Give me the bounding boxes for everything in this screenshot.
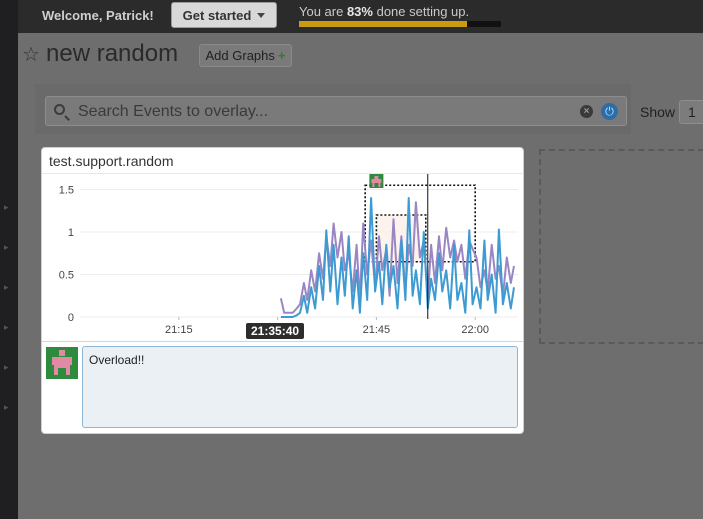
dashboard-title: new random bbox=[46, 40, 179, 67]
chevron-right-icon[interactable]: ▸ bbox=[4, 323, 9, 333]
chevron-right-icon[interactable]: ▸ bbox=[4, 363, 9, 373]
power-icon[interactable]: ⏻ bbox=[601, 103, 618, 120]
graph-panel: test.support.random 00.511.521:1521:3021… bbox=[41, 147, 524, 434]
chevron-right-icon[interactable]: ▸ bbox=[4, 283, 9, 293]
event-text[interactable]: Overload!! bbox=[82, 346, 518, 428]
get-started-button[interactable]: Get started bbox=[171, 2, 277, 28]
event-marker-figure-body bbox=[371, 179, 382, 183]
caret-down-icon bbox=[257, 12, 266, 18]
clear-icon[interactable]: × bbox=[580, 105, 593, 118]
progress-suffix: done setting up. bbox=[372, 4, 470, 19]
event-marker-figure-leg bbox=[378, 183, 381, 187]
hover-time-tooltip: 21:35:40 bbox=[246, 323, 305, 339]
event-marker-figure-head bbox=[374, 176, 379, 179]
event-search-input[interactable] bbox=[76, 100, 580, 124]
progress-prefix: You are bbox=[299, 4, 347, 19]
y-tick-label: 0 bbox=[68, 312, 74, 324]
event-marker-figure-leg bbox=[372, 183, 375, 187]
x-tick-label: 21:45 bbox=[363, 324, 391, 336]
setup-progress-bar bbox=[299, 21, 501, 27]
setup-progress-text: You are 83% done setting up. bbox=[299, 4, 469, 19]
line-chart[interactable]: 00.511.521:1521:3021:4522:00 bbox=[42, 174, 524, 341]
welcome-text: Welcome, Patrick! bbox=[42, 8, 154, 23]
plus-icon: + bbox=[277, 48, 286, 63]
top-bar: Welcome, Patrick! Get started You are 83… bbox=[18, 0, 703, 33]
star-icon[interactable]: ☆ bbox=[22, 42, 40, 66]
x-tick-label: 22:00 bbox=[461, 324, 489, 336]
y-tick-label: 0.5 bbox=[59, 270, 74, 282]
search-icon bbox=[54, 104, 65, 115]
chevron-right-icon[interactable]: ▸ bbox=[4, 243, 9, 253]
empty-graph-placeholder bbox=[539, 149, 703, 344]
event-search-box[interactable]: × ⏻ bbox=[45, 96, 627, 126]
progress-percent: 83% bbox=[346, 4, 373, 19]
chevron-right-icon[interactable]: ▸ bbox=[4, 203, 9, 213]
event-avatar-icon bbox=[46, 347, 78, 379]
y-tick-label: 1 bbox=[68, 227, 74, 239]
setup-progress-fill bbox=[299, 21, 467, 27]
graph-title: test.support.random bbox=[49, 153, 174, 169]
x-tick-label: 21:15 bbox=[165, 324, 193, 336]
get-started-label: Get started bbox=[182, 7, 252, 23]
chevron-right-icon[interactable]: ▸ bbox=[4, 403, 9, 413]
add-graphs-button[interactable]: Add Graphs + bbox=[199, 44, 292, 67]
event-detail: Overload!! bbox=[42, 341, 523, 433]
left-rail: ▸ ▸ ▸ ▸ ▸ ▸ bbox=[0, 0, 18, 519]
add-graphs-label: Add Graphs bbox=[205, 48, 275, 63]
y-tick-label: 1.5 bbox=[59, 185, 74, 197]
show-select[interactable]: 1 bbox=[679, 100, 703, 124]
show-label: Show bbox=[640, 104, 676, 120]
